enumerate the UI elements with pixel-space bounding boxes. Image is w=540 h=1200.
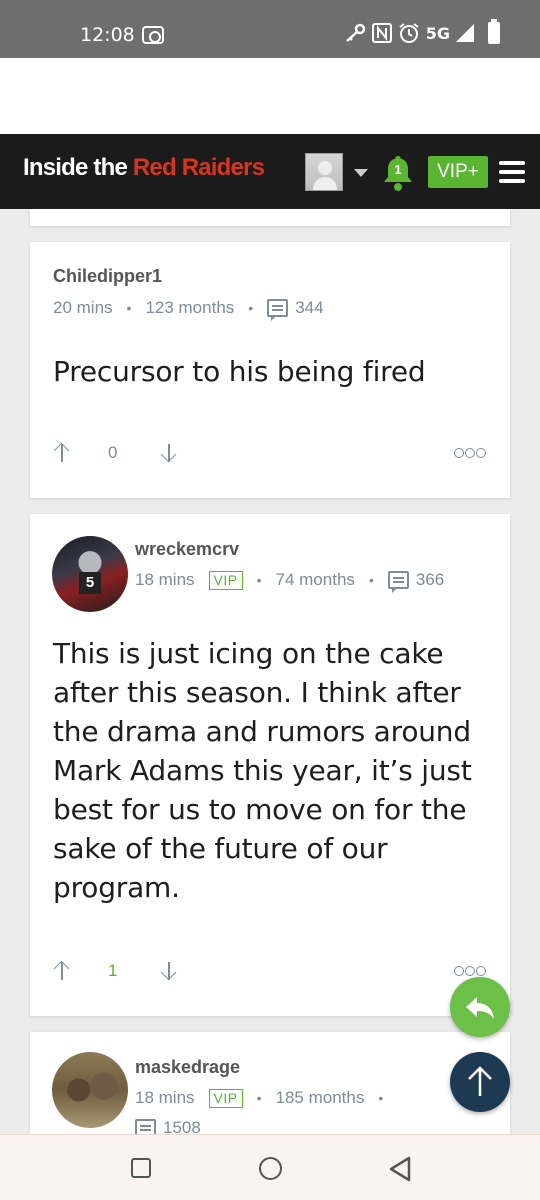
upvote-icon[interactable] <box>52 442 72 464</box>
member-tenure: 74 months <box>275 570 355 589</box>
vip-plus-button[interactable]: VIP+ <box>428 156 488 188</box>
notification-count: 1 <box>394 162 402 177</box>
post-card-partial <box>30 209 510 226</box>
downvote-icon[interactable] <box>159 960 179 982</box>
post-meta: 20 mins • 123 months • 344 <box>53 298 324 321</box>
site-header: Inside the Red Raiders 1 VIP+ <box>0 134 540 209</box>
avatar[interactable] <box>52 1052 128 1128</box>
post-body: Precursor to his being fired <box>53 355 426 388</box>
user-avatar[interactable] <box>305 153 343 191</box>
meta-separator: • <box>378 1090 384 1106</box>
post-card: 5 wreckemcrv 18 mins VIP • 74 months • 3… <box>30 514 510 1016</box>
upvote-icon[interactable] <box>52 960 72 982</box>
screen-record-icon <box>142 26 164 44</box>
post-meta: 18 mins VIP • 74 months • 366 <box>135 570 445 593</box>
member-tenure: 123 months <box>145 298 235 317</box>
post-time: 18 mins <box>135 1088 195 1107</box>
post-username[interactable]: Chiledipper1 <box>53 266 162 287</box>
reply-button[interactable] <box>450 977 510 1037</box>
comment-icon <box>267 299 289 321</box>
hamburger-menu-icon[interactable] <box>499 161 525 183</box>
post-card: Chiledipper1 20 mins • 123 months • 344 … <box>30 242 510 498</box>
logo-text-red: Red Raiders <box>132 154 265 181</box>
more-options-icon[interactable] <box>454 448 486 458</box>
system-nav-bar <box>0 1134 540 1200</box>
meta-separator: • <box>248 300 254 316</box>
post-body: This is just icing on the cake after thi… <box>53 637 472 904</box>
meta-separator: • <box>256 1090 262 1106</box>
member-tenure: 185 months <box>275 1088 365 1107</box>
chevron-down-icon[interactable] <box>354 169 368 177</box>
alarm-icon <box>399 23 419 43</box>
post-username[interactable]: maskedrage <box>135 1057 240 1078</box>
status-bar: 12:08 5G <box>0 0 540 58</box>
nfc-icon <box>371 23 392 43</box>
site-logo[interactable]: Inside the Red Raiders <box>23 154 265 182</box>
user-post-count: 366 <box>415 570 445 589</box>
network-type: 5G <box>425 23 450 43</box>
browser-spacer <box>0 58 540 134</box>
downvote-icon[interactable] <box>159 442 179 464</box>
meta-separator: • <box>368 572 374 588</box>
reply-icon <box>466 997 494 1019</box>
user-post-count: 344 <box>295 298 324 317</box>
post-username[interactable]: wreckemcrv <box>135 539 239 560</box>
vip-badge: VIP <box>208 570 243 590</box>
vote-row: 0 <box>52 442 179 464</box>
scroll-to-top-button[interactable] <box>450 1052 510 1112</box>
comment-icon <box>387 571 409 593</box>
post-time: 20 mins <box>53 298 113 317</box>
notifications-button[interactable]: 1 <box>381 154 415 192</box>
vip-badge: VIP <box>208 1088 243 1108</box>
vote-count: 0 <box>108 443 118 462</box>
home-icon[interactable] <box>259 1157 282 1180</box>
avatar-jersey-number: 5 <box>79 572 101 594</box>
post-meta: 18 mins VIP • 185 months • <box>135 1088 397 1108</box>
vote-count: 1 <box>108 961 118 980</box>
logo-text-white: Inside the <box>23 154 133 181</box>
status-icons: 5G <box>344 19 500 44</box>
meta-separator: • <box>256 572 262 588</box>
recents-icon[interactable] <box>131 1158 151 1178</box>
battery-icon <box>488 19 500 44</box>
arrow-up-icon <box>468 1066 492 1096</box>
back-icon[interactable] <box>387 1155 413 1183</box>
key-icon <box>345 23 365 42</box>
meta-separator: • <box>126 300 132 316</box>
avatar[interactable]: 5 <box>52 536 128 612</box>
more-options-icon[interactable] <box>454 966 486 976</box>
vote-row: 1 <box>52 960 179 982</box>
post-time: 18 mins <box>135 570 195 589</box>
signal-icon <box>456 24 474 42</box>
status-time: 12:08 <box>80 24 135 46</box>
post-card: maskedrage 18 mins VIP • 185 months • 15… <box>30 1032 510 1142</box>
